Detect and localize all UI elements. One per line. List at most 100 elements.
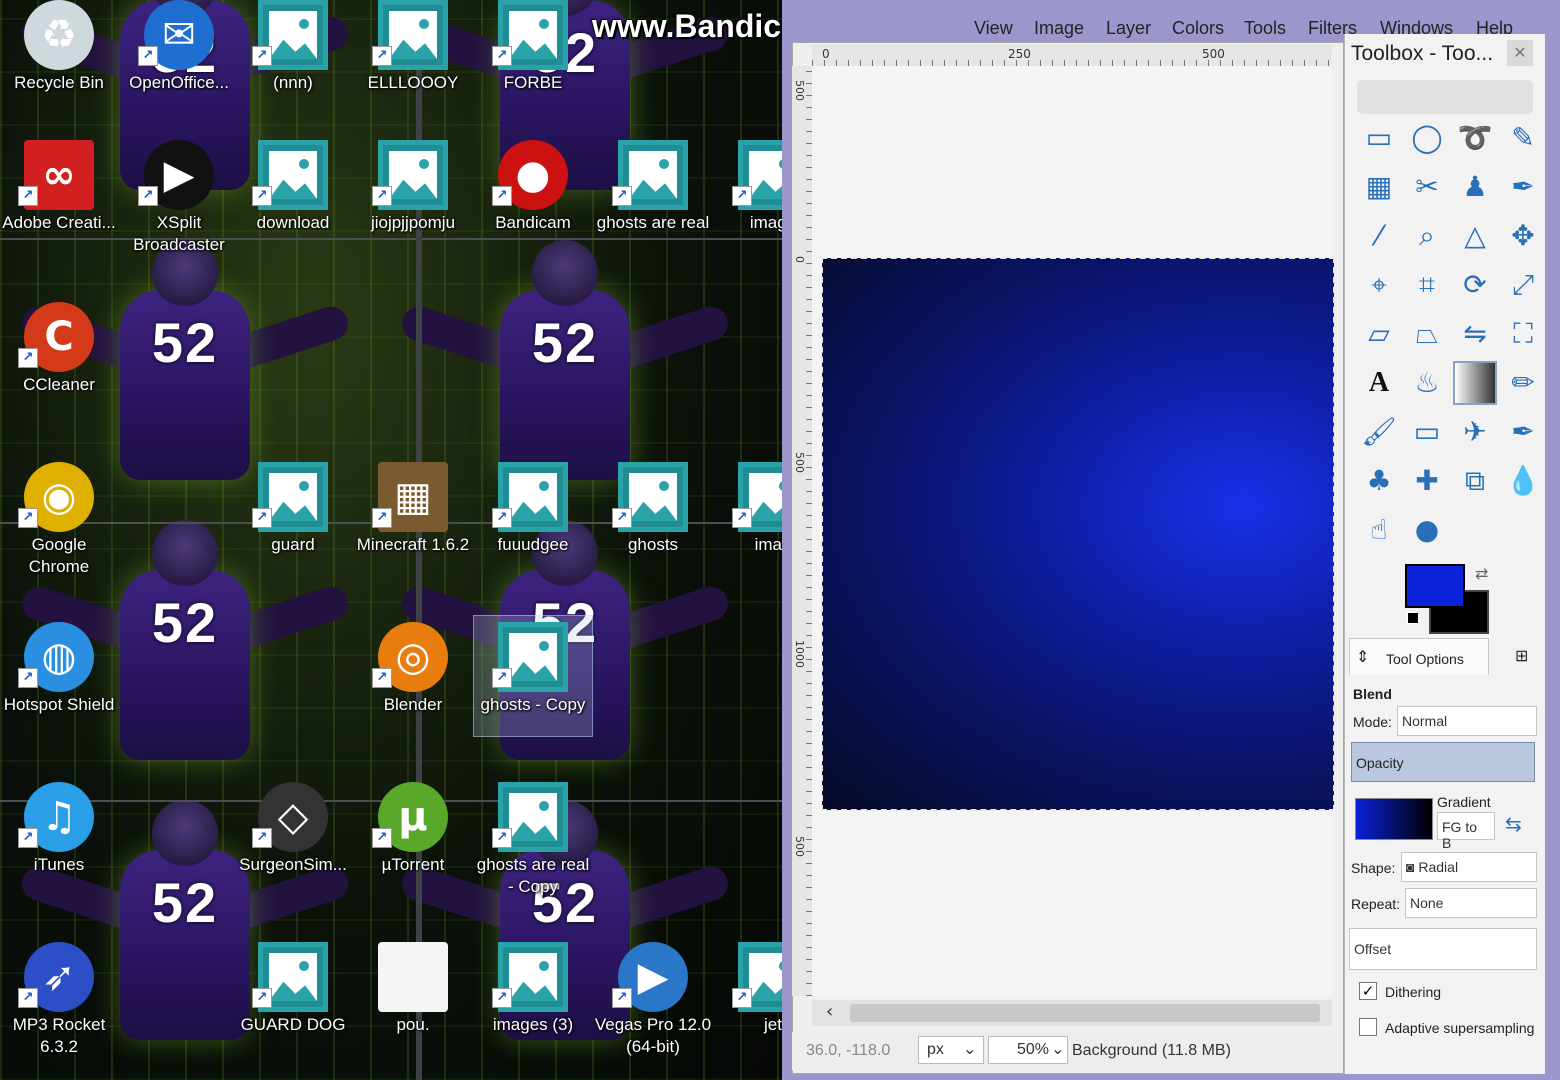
menu-layer[interactable]: Layer [1106, 18, 1151, 39]
desktop-icon[interactable]: ↗ jet [714, 936, 782, 1056]
foreground-select-tool-icon[interactable]: ♟ [1453, 165, 1497, 209]
desktop-icon[interactable]: ↗ jiojpjjpomju [354, 134, 472, 254]
offset-slider[interactable]: Offset [1349, 928, 1537, 970]
shortcut-arrow-icon: ↗ [492, 668, 512, 688]
desktop-icon[interactable]: ● ↗ Bandicam [474, 134, 592, 254]
tab-tool-options[interactable]: ⇕ Tool Options [1349, 638, 1489, 675]
scissors-tool-icon[interactable]: ✂ [1405, 165, 1449, 209]
desktop-icon[interactable]: ▶ ↗ XSplit Broadcaster [120, 134, 238, 254]
swap-colors-icon[interactable]: ⇄ [1475, 564, 1488, 583]
ruler-horizontal[interactable]: 0 250 500 [812, 44, 1332, 67]
default-colors-icon[interactable] [1407, 612, 1419, 624]
blend-tool-icon[interactable] [1453, 361, 1497, 405]
rect-select-tool-icon[interactable]: ▭ [1357, 116, 1401, 160]
measure-tool-icon[interactable]: △ [1453, 214, 1497, 258]
desktop-icon[interactable]: ♻ Recycle Bin [0, 0, 118, 114]
scrollbar-thumb[interactable] [850, 1004, 1320, 1022]
fuzzy-select-tool-icon[interactable]: ✎ [1501, 116, 1545, 160]
airbrush-tool-icon[interactable]: ✈ [1453, 410, 1497, 454]
heal-tool-icon[interactable]: ✚ [1405, 459, 1449, 503]
pencil-tool-icon[interactable]: ✏ [1501, 361, 1545, 405]
ink-tool-icon[interactable]: ✒ [1501, 410, 1545, 454]
move-tool-icon[interactable]: ✥ [1501, 214, 1545, 258]
opacity-slider[interactable]: Opacity [1351, 742, 1535, 782]
desktop-icon[interactable]: ↗ images (3) [474, 936, 592, 1056]
desktop-icon[interactable]: ↗ image [714, 134, 782, 254]
desktop-icon[interactable]: ▦ ↗ Minecraft 1.6.2 [354, 456, 472, 576]
adaptive-supersampling-checkbox[interactable] [1359, 1018, 1377, 1036]
clone-tool-icon[interactable]: ♣ [1357, 459, 1401, 503]
menu-tools[interactable]: Tools [1244, 18, 1286, 39]
image-canvas[interactable] [821, 257, 1335, 811]
desktop-icon-label: image [749, 213, 782, 232]
configure-tab-icon[interactable]: ⊞ [1515, 646, 1528, 666]
desktop-icon[interactable]: ◍ ↗ Hotspot Shield [0, 616, 118, 736]
desktop-icon[interactable]: C ↗ CCleaner [0, 296, 118, 416]
paintbrush-tool-icon[interactable]: 🖌 [1357, 410, 1401, 454]
shear-tool-icon[interactable]: ▱ [1357, 312, 1401, 356]
desktop-icon[interactable]: ↗ ghosts - Copy [473, 615, 593, 737]
desktop-icon[interactable]: ◎ ↗ Blender [354, 616, 472, 736]
desktop-icon-label: OpenOffice... [129, 73, 229, 92]
desktop-icon[interactable]: ➶ ↗ MP3 Rocket 6.3.2 [0, 936, 118, 1056]
eraser-tool-icon[interactable]: ▭ [1405, 410, 1449, 454]
desktop-icon[interactable]: ▶ ↗ Vegas Pro 12.0 (64-bit) [594, 936, 712, 1056]
flip-tool-icon[interactable]: ⇋ [1453, 312, 1497, 356]
zoom-select[interactable]: 50% ⌄ [988, 1036, 1068, 1064]
desktop-icon[interactable]: ✉ ↗ OpenOffice... [120, 0, 238, 114]
desktop-icon[interactable]: ↗ FORBE [474, 0, 592, 114]
ellipse-select-tool-icon[interactable]: ◯ [1405, 116, 1449, 160]
shape-value: Radial [1418, 859, 1459, 875]
desktop-icon[interactable]: µ ↗ µTorrent [354, 776, 472, 896]
desktop-icon[interactable]: ∞ ↗ Adobe Creati... [0, 134, 118, 254]
shape-select[interactable]: ◙ Radial [1401, 852, 1537, 882]
zoom-tool-icon[interactable]: ⌕ [1405, 214, 1449, 258]
perspective-clone-tool-icon[interactable]: ⧉ [1453, 459, 1497, 503]
scale-tool-icon[interactable]: ⤢ [1501, 263, 1545, 307]
select-by-color-tool-icon[interactable]: ▦ [1357, 165, 1401, 209]
menu-image[interactable]: Image [1034, 18, 1084, 39]
scroll-left-icon[interactable]: ‹ [826, 1001, 833, 1022]
desktop-icon[interactable]: ◉ ↗ Google Chrome [0, 456, 118, 576]
menu-view[interactable]: View [974, 18, 1013, 39]
repeat-select[interactable]: None [1405, 888, 1537, 918]
align-tool-icon[interactable]: ⌖ [1357, 263, 1401, 307]
desktop-icon[interactable]: ↗ ghosts are real - Copy [474, 776, 592, 896]
desktop-icon[interactable]: ♫ ↗ iTunes [0, 776, 118, 896]
desktop-icon[interactable]: ↗ ELLLOOOY [354, 0, 472, 114]
reverse-gradient-icon[interactable]: ⇆ [1505, 812, 1522, 837]
dithering-checkbox[interactable]: ✓ [1359, 982, 1377, 1000]
close-icon[interactable]: ✕ [1507, 40, 1533, 66]
text-tool-icon[interactable]: A [1357, 361, 1401, 405]
bucket-fill-tool-icon[interactable]: ♨ [1405, 361, 1449, 405]
paths-tool-icon[interactable]: ✒ [1501, 165, 1545, 209]
crop-tool-icon[interactable]: ⌗ [1405, 263, 1449, 307]
desktop-icon[interactable]: ↗ (nnn) [234, 0, 352, 114]
desktop-icon[interactable]: ↗ fuuudgee [474, 456, 592, 576]
foreground-color-swatch[interactable] [1405, 564, 1465, 608]
menu-colors[interactable]: Colors [1172, 18, 1224, 39]
desktop-icon[interactable]: ↗ ghosts [594, 456, 712, 576]
desktop-icon[interactable]: ◇ ↗ SurgeonSim... [234, 776, 352, 896]
gradient-preview[interactable] [1355, 798, 1433, 840]
desktop-icon[interactable]: ↗ guard [234, 456, 352, 576]
dodge-burn-tool-icon[interactable]: ● [1405, 508, 1449, 552]
smudge-tool-icon[interactable]: ☝ [1357, 508, 1401, 552]
perspective-tool-icon[interactable]: ⏢ [1405, 312, 1449, 356]
desktop-icon[interactable]: ↗ GUARD DOG [234, 936, 352, 1056]
gradient-name[interactable]: FG to B [1437, 812, 1495, 851]
blur-tool-icon[interactable]: 💧 [1501, 459, 1545, 503]
ruler-vertical[interactable]: 500 0 500 1000 500 [792, 66, 813, 996]
desktop-icon[interactable]: ↗ ghosts are real [594, 134, 712, 254]
rotate-tool-icon[interactable]: ⟳ [1453, 263, 1497, 307]
desktop-icon[interactable]: pou. [354, 936, 472, 1056]
horizontal-scrollbar[interactable]: ‹ [812, 1000, 1332, 1026]
color-picker-tool-icon[interactable]: ⁄ [1357, 214, 1401, 258]
desktop-icon[interactable]: ↗ download [234, 134, 352, 254]
unit-select[interactable]: px ⌄ [918, 1036, 984, 1064]
cage-tool-icon[interactable]: ⛶ [1501, 312, 1545, 356]
shortcut-arrow-icon: ↗ [252, 508, 272, 528]
desktop-icon[interactable]: ↗imag [714, 456, 782, 576]
free-select-tool-icon[interactable]: ➰ [1453, 116, 1497, 160]
mode-select[interactable]: Normal [1397, 706, 1537, 736]
